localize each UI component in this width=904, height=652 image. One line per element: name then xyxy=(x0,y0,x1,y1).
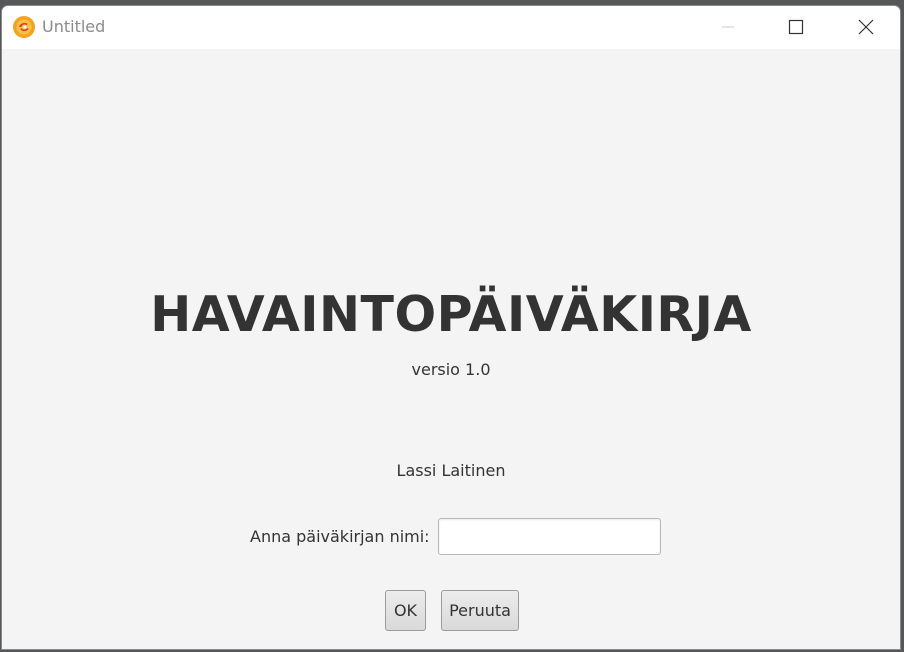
ok-button[interactable]: OK xyxy=(385,590,426,631)
app-window: Untitled HAVAINTOPÄIVÄKIRJA versio 1.0 L… xyxy=(1,5,901,650)
close-icon xyxy=(858,19,874,35)
maximize-icon xyxy=(788,19,804,35)
close-button[interactable] xyxy=(843,6,889,48)
app-logo-icon xyxy=(13,16,35,38)
maximize-button[interactable] xyxy=(773,6,819,48)
author-label: Lassi Laitinen xyxy=(396,461,506,480)
app-title: HAVAINTOPÄIVÄKIRJA xyxy=(150,286,752,343)
diary-name-input[interactable] xyxy=(438,518,661,555)
dialog-content: HAVAINTOPÄIVÄKIRJA versio 1.0 Lassi Lait… xyxy=(2,49,900,649)
title-bar[interactable]: Untitled xyxy=(2,6,900,49)
window-title: Untitled xyxy=(42,17,106,36)
version-label: versio 1.0 xyxy=(411,360,491,379)
cancel-button[interactable]: Peruuta xyxy=(441,590,519,631)
diary-name-label: Anna päiväkirjan nimi: xyxy=(250,527,430,546)
minimize-icon xyxy=(722,26,734,28)
minimize-button[interactable] xyxy=(705,6,751,48)
